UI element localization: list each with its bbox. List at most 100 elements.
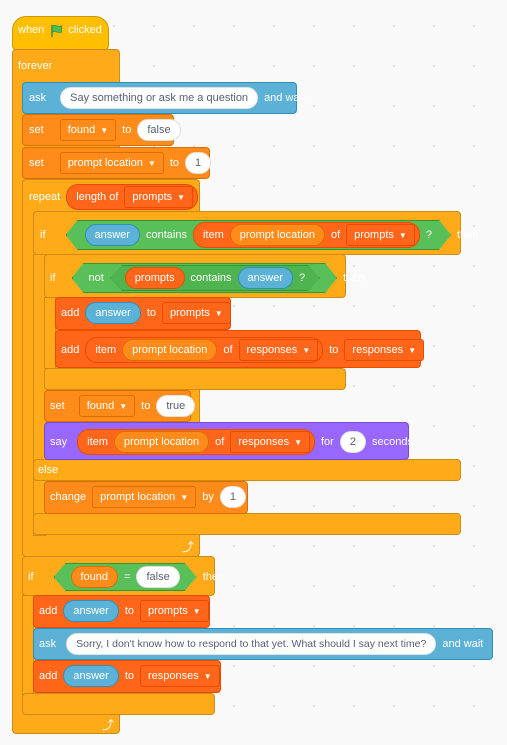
- chevron-down-icon: ▼: [100, 125, 109, 135]
- contains-condition[interactable]: prompts contains answer ?: [110, 265, 320, 291]
- clicked-label: clicked: [68, 24, 102, 36]
- contains-label: contains: [145, 229, 187, 241]
- list-name: prompts: [354, 229, 394, 241]
- chevron-down-icon: ▼: [180, 492, 189, 502]
- variable-dropdown[interactable]: prompt location ▼: [92, 486, 197, 508]
- say-label: say: [50, 436, 68, 448]
- forever-label: forever: [18, 60, 53, 72]
- variable-dropdown[interactable]: found ▼: [78, 395, 136, 417]
- chevron-down-icon: ▼: [302, 345, 311, 355]
- item-of-reporter[interactable]: item prompt location of prompts ▼: [193, 222, 420, 248]
- list-name: prompts: [170, 307, 210, 319]
- of-label: of: [223, 344, 233, 356]
- ask-label: ask: [29, 92, 47, 104]
- prompts-list-reporter[interactable]: prompts: [125, 267, 185, 289]
- list-name: responses: [148, 670, 199, 682]
- if-label: if: [50, 272, 56, 284]
- item-label: item: [95, 344, 117, 356]
- list-name: responses: [246, 344, 298, 356]
- list-name: responses: [352, 344, 404, 356]
- list-dropdown[interactable]: responses ▼: [344, 339, 425, 361]
- answer-reporter[interactable]: answer: [63, 600, 119, 622]
- list-dropdown[interactable]: prompts ▼: [140, 600, 209, 622]
- for-label: for: [321, 436, 334, 448]
- value-input[interactable]: true: [156, 395, 196, 417]
- contains-condition[interactable]: answer contains item prompt location of …: [66, 220, 451, 250]
- question-mark: ?: [425, 229, 432, 241]
- chevron-down-icon: ▼: [294, 437, 302, 447]
- loop-arrow-icon: ⤴: [182, 540, 195, 554]
- to-label: to: [122, 124, 132, 136]
- if-label: if: [28, 571, 34, 583]
- list-name: responses: [238, 436, 290, 448]
- ask-question-input[interactable]: Sorry, I don't know how to respond to th…: [66, 633, 437, 655]
- chevron-down-icon: ▼: [177, 192, 186, 202]
- variable-name: found: [86, 400, 115, 412]
- value-input[interactable]: false: [136, 566, 179, 588]
- prompt-location-reporter[interactable]: prompt location: [230, 224, 325, 246]
- variable-dropdown[interactable]: found ▼: [59, 119, 117, 141]
- to-label: to: [141, 400, 151, 412]
- item-label: item: [87, 436, 108, 448]
- to-label: to: [329, 344, 339, 356]
- answer-reporter[interactable]: answer: [238, 267, 293, 289]
- then-label: then: [202, 571, 225, 583]
- then-label: then: [343, 272, 365, 284]
- list-dropdown[interactable]: responses ▼: [140, 665, 220, 687]
- seconds-label: seconds: [371, 436, 413, 448]
- variable-dropdown[interactable]: prompt location ▼: [59, 152, 164, 174]
- variable-name: prompt location: [100, 491, 176, 503]
- list-dropdown[interactable]: prompts ▼: [124, 186, 194, 208]
- chevron-down-icon: ▼: [398, 230, 407, 240]
- length-of-reporter[interactable]: length of prompts ▼: [66, 184, 199, 210]
- green-flag-icon: [50, 24, 63, 37]
- item-of-reporter[interactable]: item prompt location of responses ▼: [85, 337, 324, 363]
- then-label: then: [456, 229, 479, 241]
- chevron-down-icon: ▼: [119, 401, 128, 411]
- answer-reporter[interactable]: answer: [85, 302, 141, 324]
- seconds-input[interactable]: 2: [339, 431, 366, 453]
- answer-reporter[interactable]: answer: [85, 224, 140, 246]
- not-condition[interactable]: not prompts contains answer ?: [72, 263, 338, 293]
- add-label: add: [61, 307, 80, 319]
- ask-question-input[interactable]: Say something or ask me a question: [60, 87, 259, 109]
- value-input[interactable]: false: [137, 119, 181, 141]
- contains-label: contains: [190, 272, 232, 284]
- item-label: item: [202, 229, 224, 241]
- value-input[interactable]: 1: [185, 152, 212, 174]
- question-mark: ?: [299, 272, 306, 284]
- repeat-label: repeat: [29, 191, 61, 203]
- equals-label: =: [124, 571, 131, 583]
- ask-label: ask: [39, 638, 57, 650]
- prompt-location-reporter[interactable]: prompt location: [113, 431, 210, 453]
- else-label: else: [38, 464, 59, 476]
- set-label: set: [50, 400, 65, 412]
- equals-condition[interactable]: found = false: [54, 563, 197, 591]
- list-dropdown[interactable]: prompts ▼: [346, 224, 415, 246]
- list-name: prompts: [148, 605, 188, 617]
- set-label: set: [29, 157, 44, 169]
- if-bottom: [22, 693, 215, 715]
- item-of-reporter[interactable]: item prompt location of responses ▼: [77, 429, 315, 455]
- list-dropdown[interactable]: responses ▼: [230, 431, 310, 453]
- by-label: by: [202, 491, 214, 503]
- prompt-location-reporter[interactable]: prompt location: [122, 339, 218, 361]
- value-input[interactable]: 1: [219, 486, 246, 508]
- not-label: not: [88, 272, 104, 284]
- list-dropdown[interactable]: prompts ▼: [162, 302, 231, 324]
- to-label: to: [169, 157, 180, 169]
- loop-arrow-icon: ⤴: [102, 718, 115, 732]
- found-reporter[interactable]: found: [71, 566, 119, 588]
- change-label: change: [50, 491, 87, 503]
- chevron-down-icon: ▼: [147, 158, 156, 168]
- answer-reporter[interactable]: answer: [63, 665, 119, 687]
- chevron-down-icon: ▼: [192, 606, 201, 616]
- to-label: to: [124, 670, 135, 682]
- set-label: set: [29, 124, 44, 136]
- to-label: to: [146, 307, 157, 319]
- if-else-bottom: [33, 513, 461, 535]
- list-dropdown[interactable]: responses ▼: [238, 339, 319, 361]
- and-wait-label: and wait: [264, 92, 306, 104]
- to-label: to: [124, 605, 135, 617]
- add-label: add: [39, 670, 58, 682]
